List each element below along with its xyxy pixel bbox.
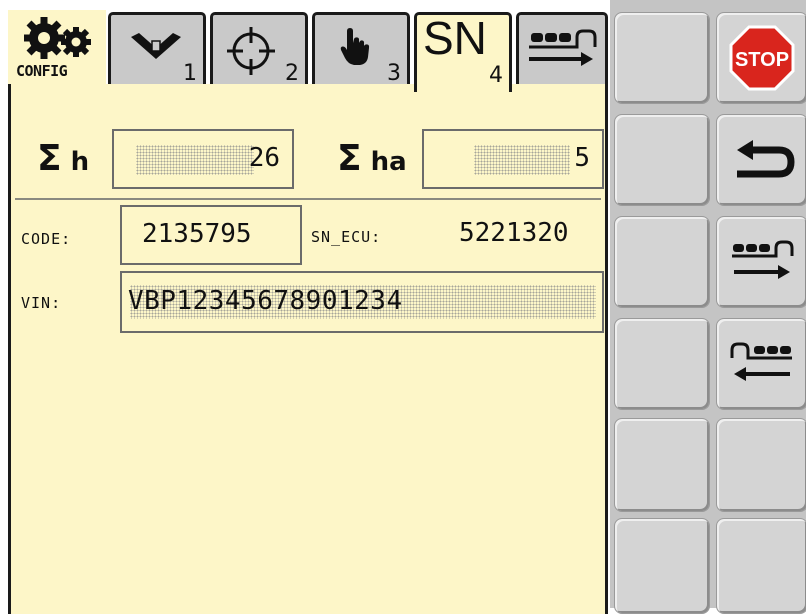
code-label: CODE: bbox=[21, 230, 72, 248]
hours-total-value: 26 bbox=[248, 143, 280, 173]
sn-ecu-value: 5221320 bbox=[459, 218, 569, 248]
hectares-total-label: Σ ha bbox=[337, 138, 407, 179]
code-value: 2135795 bbox=[142, 219, 252, 249]
tab-number: 4 bbox=[489, 63, 503, 88]
tab-manual[interactable]: 3 bbox=[312, 12, 410, 86]
stop-label: STOP bbox=[735, 49, 789, 71]
softkey-left-1[interactable] bbox=[614, 12, 710, 104]
softkey-right-5[interactable] bbox=[716, 418, 806, 512]
stop-sign-icon: STOP bbox=[729, 25, 795, 91]
tab-sn-label: SN bbox=[423, 12, 487, 64]
hand-icon bbox=[340, 28, 370, 65]
softkey-left-2[interactable] bbox=[614, 114, 710, 206]
divider bbox=[15, 198, 601, 200]
hectares-total-field: 5 bbox=[422, 129, 604, 189]
softkey-left-4[interactable] bbox=[614, 318, 710, 410]
hours-total-label: Σ h bbox=[37, 138, 90, 179]
tab-crosshair[interactable]: 2 bbox=[210, 12, 308, 86]
tab-number: 3 bbox=[387, 61, 401, 86]
softkey-left-3[interactable] bbox=[614, 216, 710, 308]
hectares-total-value: 5 bbox=[574, 143, 590, 173]
machine-forward-icon bbox=[732, 240, 794, 279]
tab-machine[interactable] bbox=[516, 12, 608, 84]
code-field: 2135795 bbox=[120, 205, 302, 265]
back-button[interactable] bbox=[716, 114, 806, 206]
hopper-funnel-icon bbox=[131, 33, 181, 59]
sigma-icon: Σ bbox=[37, 138, 62, 179]
tab-number: 2 bbox=[285, 61, 299, 86]
softkey-left-6[interactable] bbox=[614, 518, 710, 614]
back-arrow-icon bbox=[737, 140, 795, 178]
tab-config[interactable]: CONFIG bbox=[8, 10, 106, 88]
hours-total-field: 26 bbox=[112, 129, 294, 189]
config-label: CONFIG bbox=[16, 62, 68, 80]
vin-label: VIN: bbox=[21, 294, 62, 312]
sn-ecu-label: SN_ECU: bbox=[311, 228, 382, 246]
crosshair-icon bbox=[227, 27, 275, 75]
stop-button[interactable]: STOP bbox=[716, 12, 806, 104]
tab-hopper[interactable]: 1 bbox=[108, 12, 206, 86]
machine-reverse-icon bbox=[730, 342, 792, 381]
machine-forward-button[interactable] bbox=[716, 216, 806, 308]
machine-reverse-button[interactable] bbox=[716, 318, 806, 410]
machine-forward-icon bbox=[529, 29, 597, 66]
softkey-left-5[interactable] bbox=[614, 418, 710, 512]
tab-serial-numbers[interactable]: SN 4 bbox=[414, 12, 512, 92]
softkey-right-6[interactable] bbox=[716, 518, 806, 614]
serial-info-panel: Σ h 26 Σ ha 5 CODE: 2135795 SN_ECU: 5221… bbox=[8, 84, 608, 614]
tab-number: 1 bbox=[183, 61, 197, 86]
gears-icon bbox=[24, 17, 91, 59]
vin-value: VBP12345678901234 bbox=[128, 286, 403, 316]
vin-field: VBP12345678901234 bbox=[120, 271, 604, 333]
sigma-icon: Σ bbox=[337, 138, 362, 179]
